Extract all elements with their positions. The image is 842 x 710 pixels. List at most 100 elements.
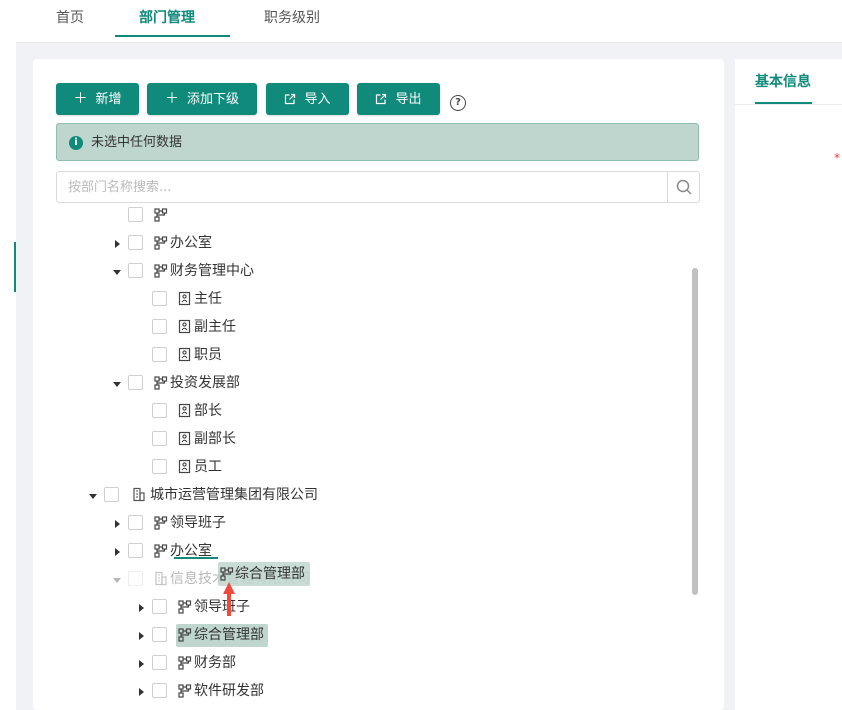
caret-down-icon[interactable] (112, 378, 122, 388)
help-icon[interactable]: ? (450, 95, 466, 111)
caret-right-icon[interactable] (136, 602, 146, 612)
tree-node[interactable]: 领导班子 (56, 509, 686, 537)
caret-right-icon[interactable] (112, 546, 122, 556)
org-chart-icon (154, 375, 168, 390)
tree-node-label[interactable]: 投资发展部 (170, 369, 240, 397)
caret-right-icon[interactable] (136, 630, 146, 640)
add-child-button[interactable]: ＋ 添加下级 (147, 83, 257, 115)
tab-basic-info[interactable]: 基本信息 (755, 59, 811, 105)
tree-node[interactable]: 副部长 (56, 425, 686, 453)
caret-right-icon[interactable] (112, 238, 122, 248)
tree-node[interactable]: 副主任 (56, 313, 686, 341)
search-icon (676, 179, 692, 195)
tree-node[interactable]: 投资发展部 (56, 369, 686, 397)
export-button[interactable]: 导出 (357, 83, 440, 115)
tree-node[interactable]: 财务管理中心 (56, 257, 686, 285)
tree-node-checkbox[interactable] (128, 543, 143, 558)
tree-node-checkbox[interactable] (128, 571, 143, 586)
tree-node-checkbox[interactable] (152, 319, 167, 334)
drag-arrow-icon (223, 582, 235, 616)
tree-node-label[interactable]: 主任 (194, 285, 222, 313)
caret-down-icon[interactable] (88, 490, 98, 500)
tree-node[interactable] (56, 203, 686, 229)
tree-node-label[interactable]: 财务管理中心 (170, 257, 254, 285)
add-button[interactable]: ＋ 新增 (56, 83, 139, 115)
org-chart-icon (178, 655, 192, 670)
tree-node-checkbox[interactable] (104, 487, 119, 502)
position-icon (178, 459, 192, 474)
tree-node-label[interactable]: 领导班子 (170, 509, 226, 537)
import-button-label: 导入 (304, 92, 331, 107)
search-input[interactable] (57, 172, 667, 202)
tree-node-label[interactable]: 副主任 (194, 313, 236, 341)
tree-node-checkbox[interactable] (128, 515, 143, 530)
edit-icon (284, 83, 296, 115)
tree-node-checkbox[interactable] (152, 459, 167, 474)
tree-node-label[interactable]: 部长 (194, 397, 222, 425)
tree-node-checkbox[interactable] (152, 599, 167, 614)
info-icon: i (69, 136, 83, 150)
tree-node-checkbox[interactable] (128, 235, 143, 250)
selection-alert: i 未选中任何数据 (56, 123, 699, 161)
caret-down-icon[interactable] (112, 266, 122, 276)
caret-right-icon[interactable] (112, 518, 122, 528)
tree-node-checkbox[interactable] (128, 207, 143, 222)
add-child-button-label: 添加下级 (186, 92, 239, 107)
tree-node[interactable]: 财务部 (56, 649, 686, 677)
caret-right-icon[interactable] (136, 658, 146, 668)
tree-node-checkbox[interactable] (128, 375, 143, 390)
tree-node-label[interactable]: 软件研发部 (194, 677, 264, 705)
tree-node[interactable]: 员工 (56, 453, 686, 481)
org-chart-icon (178, 627, 192, 642)
position-icon (178, 347, 192, 362)
position-icon (178, 431, 192, 446)
tree-node-label[interactable]: 副部长 (194, 425, 236, 453)
tree-node-label[interactable]: 办公室 (170, 537, 212, 565)
position-icon (178, 291, 192, 306)
search-button[interactable] (667, 172, 699, 202)
tree-node[interactable]: 办公室 (56, 229, 686, 257)
tree-node-label[interactable]: 办公室 (170, 229, 212, 257)
tab-job-level[interactable]: 职务级别 (264, 0, 320, 38)
position-icon (178, 319, 192, 334)
tree-node-checkbox[interactable] (152, 655, 167, 670)
tree-node[interactable]: 部长 (56, 397, 686, 425)
org-chart-icon (154, 235, 168, 250)
tree-node-label[interactable]: 城市运营管理集团有限公司 (150, 481, 318, 509)
caret-down-icon[interactable] (112, 574, 122, 584)
tree-node-checkbox[interactable] (152, 683, 167, 698)
tree-node-label[interactable]: 职员 (194, 341, 222, 369)
tree-node-label[interactable]: 综合管理部 (194, 621, 264, 649)
tree-node[interactable]: 综合管理部 (56, 621, 686, 649)
department-tree: 办公室 财务管理中心 主任 副主任 职员 投资发展部 部长 副部长 员工 城市运营管理集团有限公司… (56, 203, 693, 710)
tab-home[interactable]: 首页 (56, 0, 84, 38)
sidebar-active-marker (14, 242, 16, 292)
tree-node-checkbox[interactable] (128, 263, 143, 278)
caret-right-icon[interactable] (136, 686, 146, 696)
import-button[interactable]: 导入 (266, 83, 349, 115)
tab-department-management[interactable]: 部门管理 (139, 0, 195, 38)
tree-node-checkbox[interactable] (152, 431, 167, 446)
tree-node-label[interactable]: 员工 (194, 453, 222, 481)
search-box (56, 171, 700, 203)
tree-node[interactable]: 主任 (56, 285, 686, 313)
left-sidebar-edge (0, 42, 16, 710)
position-icon (178, 403, 192, 418)
drop-indicator (174, 557, 218, 559)
top-tab-bar: 首页 部门管理 职务级别 (0, 0, 842, 43)
detail-panel: 基本信息 * (735, 59, 842, 710)
tree-node-checkbox[interactable] (152, 627, 167, 642)
tree-node-checkbox[interactable] (152, 291, 167, 306)
building-icon (132, 487, 146, 502)
tree-node[interactable]: 办公室 (56, 537, 686, 565)
tree-node[interactable]: 城市运营管理集团有限公司 (56, 481, 686, 509)
tree-node[interactable]: 职员 (56, 341, 686, 369)
tree-node-label[interactable]: 财务部 (194, 649, 236, 677)
plus-icon: ＋ (73, 91, 88, 107)
tree-scrollbar[interactable] (692, 268, 698, 595)
tree-node[interactable]: 信息技术管理有限公司 (56, 565, 686, 593)
tree-node-checkbox[interactable] (152, 347, 167, 362)
tree-node[interactable]: 领导班子 (56, 593, 686, 621)
tree-node[interactable]: 软件研发部 (56, 677, 686, 705)
tree-node-checkbox[interactable] (152, 403, 167, 418)
